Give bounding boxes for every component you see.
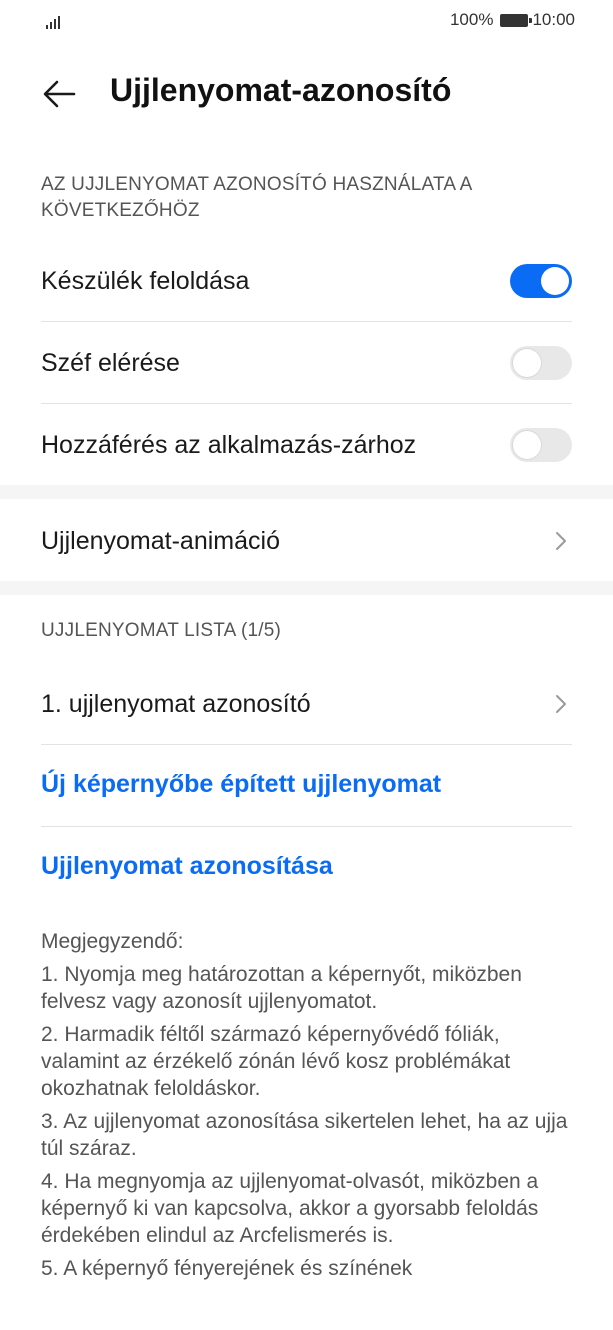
signal-icon	[46, 13, 60, 29]
clock: 10:00	[532, 10, 575, 29]
note-item: 3. Az ujjlenyomat azonosítása sikertelen…	[41, 1110, 568, 1160]
animation-label: Ujjlenyomat-animáció	[41, 526, 280, 555]
setting-row-safe[interactable]: Széf elérése	[41, 322, 572, 404]
divider	[41, 744, 572, 745]
setting-row-unlock[interactable]: Készülék feloldása	[41, 240, 572, 322]
setting-label: Készülék feloldása	[41, 266, 250, 295]
battery-percent: 100%	[449, 10, 494, 29]
safe-toggle[interactable]	[510, 346, 572, 380]
section-use-label: AZ UJJLENYOMAT AZONOSÍTÓ HASZNÁLATA A KÖ…	[41, 174, 472, 221]
new-fingerprint-link[interactable]: Új képernyőbe épített ujjlenyomat	[41, 770, 441, 799]
status-bar: 100% 10:00	[0, 0, 613, 44]
unlock-toggle[interactable]	[510, 264, 572, 298]
animation-row[interactable]: Ujjlenyomat-animáció	[41, 500, 572, 582]
notes-title: Megjegyzendő:	[41, 930, 184, 953]
app-header: Ujjlenyomat-azonosító	[0, 58, 613, 128]
setting-row-app-lock[interactable]: Hozzáférés az alkalmazás-zárhoz	[41, 404, 572, 486]
app-lock-toggle[interactable]	[510, 428, 572, 462]
section-separator	[0, 581, 613, 595]
note-item: 5. A képernyő fényerejének és színének	[41, 1257, 413, 1280]
status-indicators: 100% 10:00	[450, 10, 575, 30]
note-item: 4. Ha megnyomja az ujjlenyomat-olvasót, …	[41, 1170, 539, 1247]
back-arrow-icon[interactable]	[40, 74, 80, 114]
fingerprint-item[interactable]: 1. ujjlenyomat azonosító	[41, 663, 572, 745]
identify-fingerprint-link[interactable]: Ujjlenyomat azonosítása	[41, 852, 333, 881]
chevron-right-icon	[556, 695, 566, 713]
chevron-right-icon	[556, 532, 566, 550]
divider	[41, 826, 572, 827]
battery-icon	[500, 13, 533, 27]
note-item: 2. Harmadik féltől származó képernyővédő…	[41, 1023, 511, 1100]
setting-label: Széf elérése	[41, 348, 180, 377]
notes-block: Megjegyzendő: 1. Nyomja meg határozottan…	[41, 928, 581, 1288]
note-item: 1. Nyomja meg határozottan a képernyőt, …	[41, 963, 522, 1013]
list-section-label: UJJLENYOMAT LISTA (1/5)	[41, 620, 282, 641]
setting-label: Hozzáférés az alkalmazás-zárhoz	[41, 430, 417, 459]
fingerprint-label: 1. ujjlenyomat azonosító	[41, 689, 311, 718]
section-separator	[0, 485, 613, 499]
page-title: Ujjlenyomat-azonosító	[110, 72, 452, 108]
